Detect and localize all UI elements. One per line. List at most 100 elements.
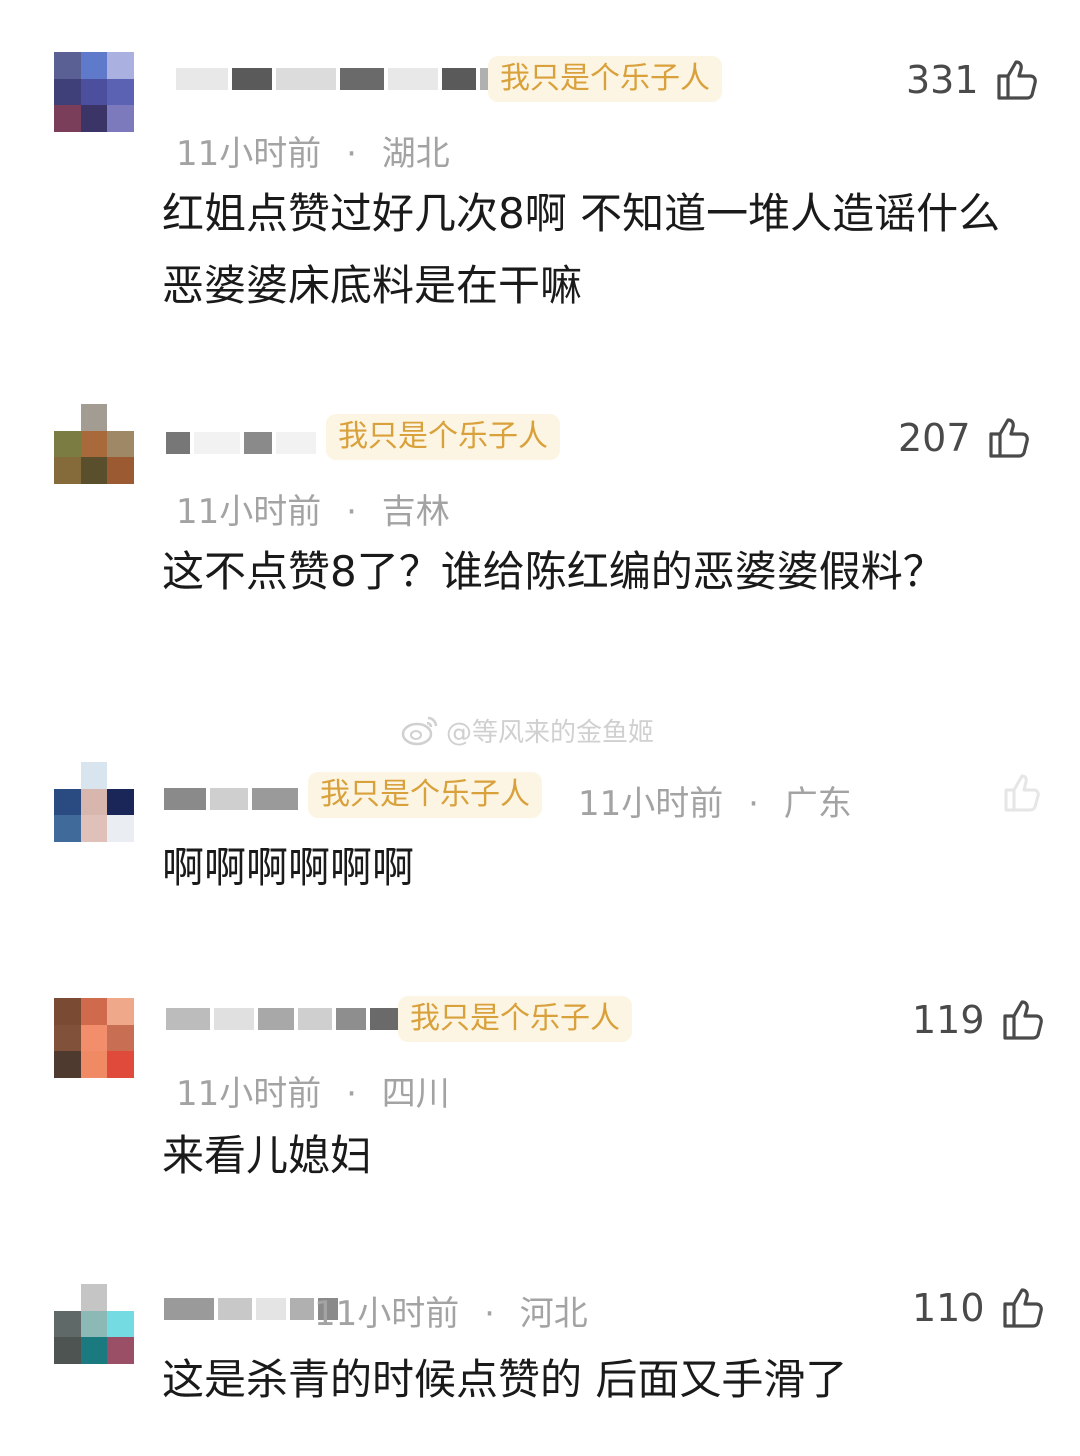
watermark-text: @等风来的金鱼姬: [446, 717, 655, 748]
avatar-pixel: [54, 1337, 81, 1364]
avatar-pixel: [54, 1284, 81, 1311]
avatar-pixel: [107, 457, 134, 484]
avatar-pixel: [54, 105, 81, 132]
avatar-pixel: [54, 1051, 81, 1078]
comment-text: 来看儿媳妇: [162, 1131, 373, 1180]
avatar-pixel: [54, 762, 81, 789]
avatar-pixel: [80, 105, 108, 132]
avatar-pixel: [54, 52, 81, 79]
avatar-pixel: [80, 998, 108, 1025]
avatar[interactable]: [54, 762, 134, 842]
comment-time: 11小时前: [176, 134, 322, 174]
comment-location: 四川: [381, 1074, 450, 1114]
avatar-pixel: [80, 457, 108, 484]
fan-badge[interactable]: 我只是个乐子人: [308, 772, 542, 818]
like-count: 119: [912, 998, 985, 1042]
meta-separator: ·: [346, 134, 357, 174]
like-button[interactable]: [984, 770, 1044, 816]
comment-meta: 11小时前 · 湖北: [176, 126, 450, 175]
thumbs-up-icon-faded: [1004, 774, 1040, 812]
comment-text: 啊啊啊啊啊啊: [162, 843, 415, 892]
watermark: @等风来的金鱼姬: [400, 710, 654, 750]
comment-meta: 11小时前 · 吉林: [176, 484, 450, 533]
avatar-pixel: [80, 430, 108, 458]
comment-time: 11小时前: [314, 1294, 460, 1334]
comment-time: 11小时前: [176, 492, 322, 532]
username-blurred[interactable]: [166, 428, 316, 458]
avatar[interactable]: [54, 52, 134, 132]
comment-meta: 11小时前 · 四川: [176, 1066, 450, 1115]
comment-time: 11小时前: [578, 784, 724, 824]
thumbs-up-icon: [985, 414, 1033, 462]
comment-time: 11小时前: [176, 1074, 322, 1114]
avatar-pixel: [80, 1024, 108, 1052]
avatar-pixel: [54, 78, 81, 106]
avatar-pixel: [54, 404, 81, 431]
avatar[interactable]: [54, 998, 134, 1078]
avatar-pixel: [80, 404, 108, 431]
comment-location: 广东: [783, 784, 852, 824]
avatar-pixel: [107, 430, 134, 458]
avatar-pixel: [80, 1337, 108, 1364]
meta-separator: ·: [484, 1294, 495, 1334]
avatar-pixel: [107, 1051, 134, 1078]
meta-separator: ·: [346, 492, 357, 532]
avatar-pixel: [107, 1310, 134, 1338]
avatar-pixel: [107, 1337, 134, 1364]
avatar-pixel: [107, 815, 134, 842]
comment-text: 这不点赞8了？谁给陈红编的恶婆婆假料？: [162, 547, 945, 596]
like-button[interactable]: 207: [898, 414, 1033, 462]
avatar[interactable]: [54, 1284, 134, 1364]
username-blurred[interactable]: [166, 1004, 410, 1034]
avatar-pixel: [80, 52, 108, 79]
avatar-pixel: [107, 1284, 134, 1311]
avatar-pixel: [80, 1051, 108, 1078]
avatar-pixel: [80, 762, 108, 789]
comment-location: 吉林: [381, 492, 450, 532]
like-count: 110: [912, 1286, 985, 1330]
like-button[interactable]: 331: [906, 56, 1041, 104]
thumbs-up-icon: [999, 996, 1047, 1044]
comment-text: 这是杀青的时候点赞的 后面又手滑了: [162, 1355, 848, 1404]
like-count: 331: [906, 58, 979, 102]
avatar-pixel: [80, 78, 108, 106]
fan-badge[interactable]: 我只是个乐子人: [398, 996, 632, 1042]
avatar-pixel: [107, 1024, 134, 1052]
avatar-pixel: [54, 1310, 81, 1338]
weibo-logo-icon: [401, 716, 438, 746]
avatar-pixel: [107, 52, 134, 79]
like-button[interactable]: 110: [912, 1284, 1047, 1332]
avatar-pixel: [80, 1310, 108, 1338]
avatar-pixel: [54, 788, 81, 816]
like-button[interactable]: 119: [912, 996, 1047, 1044]
avatar-pixel: [54, 998, 81, 1025]
thumbs-up-icon: [999, 1284, 1047, 1332]
username-blurred[interactable]: [164, 784, 298, 814]
fan-badge[interactable]: 我只是个乐子人: [488, 56, 722, 102]
avatar-pixel: [54, 815, 81, 842]
thumbs-up-icon: [993, 56, 1041, 104]
avatar-pixel: [54, 457, 81, 484]
username-blurred[interactable]: [164, 1294, 338, 1324]
avatar-pixel: [107, 762, 134, 789]
fan-badge[interactable]: 我只是个乐子人: [326, 414, 560, 460]
avatar[interactable]: [54, 404, 134, 484]
avatar-pixel: [80, 1284, 108, 1311]
comment-meta: 11小时前 · 广东: [578, 776, 852, 825]
avatar-pixel: [107, 105, 134, 132]
avatar-pixel: [107, 788, 134, 816]
comment-meta: 11小时前 · 河北: [314, 1286, 588, 1335]
avatar-pixel: [80, 788, 108, 816]
comment-location: 河北: [519, 1294, 588, 1334]
avatar-pixel: [107, 404, 134, 431]
avatar-pixel: [107, 998, 134, 1025]
like-count: 207: [898, 416, 971, 460]
username-blurred[interactable]: [176, 64, 516, 94]
comment-location: 湖北: [381, 134, 450, 174]
avatar-pixel: [54, 430, 81, 458]
avatar-pixel: [80, 815, 108, 842]
comment-text: 红姐点赞过好几次8啊 不知道一堆人造谣什么恶婆婆床底料是在干嘛: [162, 189, 1001, 310]
avatar-pixel: [107, 78, 134, 106]
meta-separator: ·: [748, 784, 759, 824]
avatar-pixel: [54, 1024, 81, 1052]
